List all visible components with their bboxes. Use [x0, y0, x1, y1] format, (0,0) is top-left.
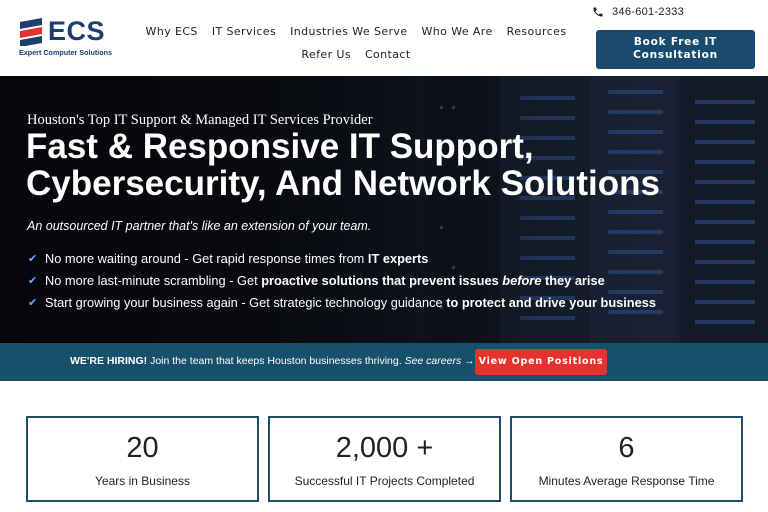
- ecs-logo[interactable]: ECS Expert Computer Solutions: [18, 14, 128, 60]
- stat-value: 6: [618, 432, 635, 464]
- phone-icon: [593, 7, 603, 17]
- stat-label: Minutes Average Response Time: [538, 474, 715, 488]
- benefit-item: ✔ No more waiting around - Get rapid res…: [28, 247, 656, 269]
- book-consultation-button[interactable]: Book Free IT Consultation: [596, 30, 755, 69]
- nav-industries[interactable]: Industries We Serve: [290, 25, 407, 38]
- benefit-list: ✔ No more waiting around - Get rapid res…: [28, 247, 656, 313]
- nav-row-2: Refer Us Contact: [140, 43, 572, 65]
- see-careers-link[interactable]: See careers →: [405, 355, 475, 367]
- stat-card: 2,000 + Successful IT Projects Completed: [268, 416, 501, 502]
- stat-label: Years in Business: [95, 474, 190, 488]
- site-header: ECS Expert Computer Solutions Why ECS IT…: [0, 0, 768, 76]
- hiring-label: WE'RE HIRING!: [70, 355, 148, 367]
- book-button-line2: Consultation: [633, 49, 718, 61]
- stat-value: 20: [126, 432, 159, 464]
- nav-contact[interactable]: Contact: [365, 48, 411, 61]
- hiring-message: WE'RE HIRING! Join the team that keeps H…: [70, 355, 475, 367]
- nav-resources[interactable]: Resources: [507, 25, 567, 38]
- check-icon: ✔: [28, 252, 38, 265]
- nav-who-we-are[interactable]: Who We Are: [422, 25, 493, 38]
- stat-card: 20 Years in Business: [26, 416, 259, 502]
- check-icon: ✔: [28, 296, 38, 309]
- hiring-banner: WE'RE HIRING! Join the team that keeps H…: [0, 343, 768, 381]
- main-nav: Why ECS IT Services Industries We Serve …: [140, 20, 572, 65]
- nav-refer-us[interactable]: Refer Us: [301, 48, 351, 61]
- logo-mark-icon: [20, 18, 42, 46]
- benefit-item: ✔ No more last-minute scrambling - Get p…: [28, 269, 656, 291]
- logo-subtitle: Expert Computer Solutions: [19, 48, 113, 57]
- logo-name: ECS: [48, 16, 106, 46]
- benefit-text: Start growing your business again - Get …: [45, 294, 656, 310]
- nav-row-1: Why ECS IT Services Industries We Serve …: [140, 20, 572, 42]
- phone-number: 346-601-2333: [612, 6, 685, 18]
- benefit-text: No more last-minute scrambling - Get pro…: [45, 272, 605, 288]
- hero-section: Houston's Top IT Support & Managed IT Se…: [0, 76, 768, 343]
- nav-why-ecs[interactable]: Why ECS: [146, 25, 198, 38]
- hero-tagline: An outsourced IT partner that's like an …: [27, 219, 372, 233]
- view-open-positions-button[interactable]: View Open Positions: [475, 349, 607, 375]
- check-icon: ✔: [28, 274, 38, 287]
- headline-line-1: Fast & Responsive IT Support,: [26, 127, 534, 166]
- phone-link[interactable]: 346-601-2333: [592, 6, 684, 18]
- benefit-item: ✔ Start growing your business again - Ge…: [28, 291, 656, 313]
- headline-line-2: Cybersecurity, And Network Solutions: [26, 164, 660, 203]
- stat-card: 6 Minutes Average Response Time: [510, 416, 743, 502]
- nav-it-services[interactable]: IT Services: [212, 25, 276, 38]
- stat-value: 2,000 +: [335, 432, 434, 464]
- hiring-body: Join the team that keeps Houston busines…: [147, 355, 405, 367]
- benefit-text: No more waiting around - Get rapid respo…: [45, 250, 429, 266]
- stat-label: Successful IT Projects Completed: [294, 474, 475, 488]
- hero-headline: Fast & Responsive IT Support, Cybersecur…: [26, 128, 746, 202]
- book-button-line1: Book Free IT: [633, 36, 718, 48]
